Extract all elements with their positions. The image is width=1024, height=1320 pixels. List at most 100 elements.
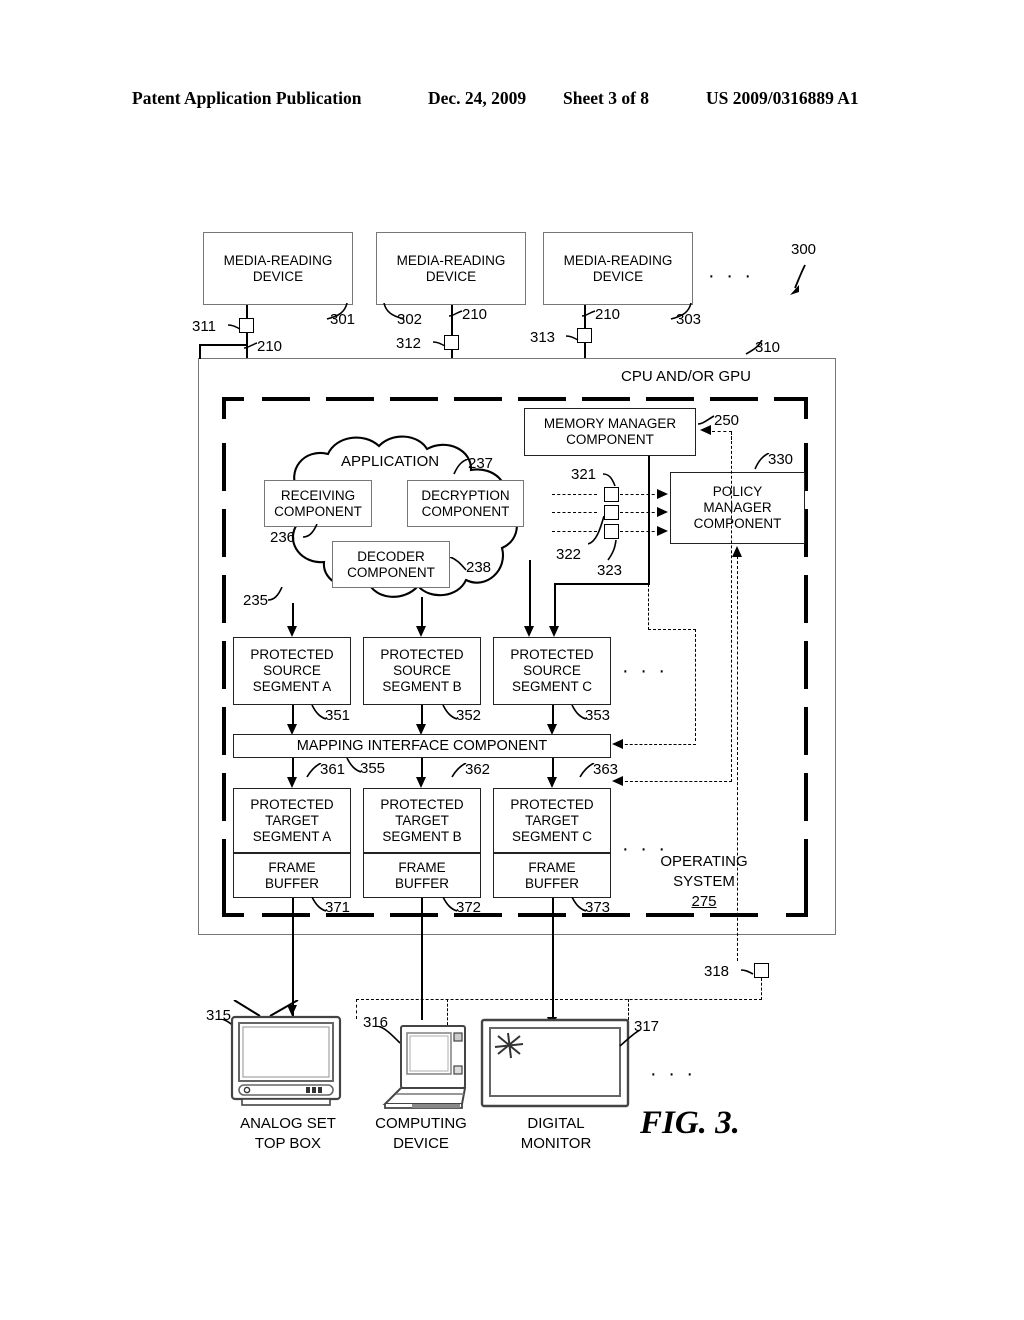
channel-port-square-321[interactable] <box>604 487 619 502</box>
ref-353: 353 <box>585 707 611 724</box>
ref-355: 355 <box>360 760 386 777</box>
buffer-b-out-line <box>421 898 423 1020</box>
frame-buffer-a-line1: FRAME <box>268 859 316 875</box>
ref-236: 236 <box>270 529 296 546</box>
device-label-analog-line2: TOP BOX <box>254 1135 322 1152</box>
mm-dashed-to-mapping-v <box>695 629 696 741</box>
ref-323: 323 <box>597 562 623 579</box>
media-devices-ellipsis: · · · <box>708 265 755 287</box>
port-square-312[interactable] <box>444 335 459 350</box>
ref-330: 330 <box>768 451 794 468</box>
tgt-c-line3: SEGMENT C <box>511 828 592 844</box>
policy-manager-line3: COMPONENT <box>693 516 782 531</box>
ref-361: 361 <box>320 761 346 778</box>
port-318-down <box>761 978 762 1000</box>
external-port-square-318[interactable] <box>754 963 769 978</box>
bus-210-left-h <box>199 344 247 346</box>
src-c-line2: SOURCE <box>523 663 581 678</box>
leader-210-b <box>449 310 463 317</box>
protected-source-segment-c: PROTECTED SOURCE SEGMENT C <box>493 637 611 705</box>
tgt-b-line3: SEGMENT B <box>382 828 462 844</box>
os-label-line2: SYSTEM <box>673 873 735 890</box>
port-square-311[interactable] <box>239 318 254 333</box>
decryption-component: DECRYPTION COMPONENT <box>407 480 524 527</box>
channel-2-dash-left <box>552 512 597 513</box>
protected-source-segment-b: PROTECTED SOURCE SEGMENT B <box>363 637 481 705</box>
laptop-computer-icon <box>382 1025 467 1109</box>
mapping-interface-label: MAPPING INTERFACE COMPONENT <box>296 738 548 754</box>
figure-caption: FIG. 3. <box>640 1105 740 1141</box>
memory-manager-branch-h <box>554 583 650 585</box>
frame-buffer-c-line1: FRAME <box>528 859 576 875</box>
system-ref-300: 300 <box>791 241 817 258</box>
policy-to-target-v <box>731 431 732 782</box>
src-b-to-map-line <box>421 705 423 726</box>
cloud-to-src-c-line <box>529 560 531 628</box>
tgt-c-line2: TARGET <box>525 812 579 828</box>
ref-310: 310 <box>755 339 781 356</box>
crt-television-icon <box>230 1000 342 1106</box>
policy-manager-line1: POLICY <box>712 484 763 499</box>
ref-373: 373 <box>585 899 611 916</box>
device-feedback-line-v <box>737 556 738 961</box>
port-square-313[interactable] <box>577 328 592 343</box>
leader-323 <box>607 540 617 561</box>
leader-236 <box>303 524 318 538</box>
decoder-component-line1: DECODER <box>357 548 425 564</box>
decoder-component: DECODER COMPONENT <box>332 541 450 588</box>
ref-372: 372 <box>456 899 482 916</box>
mm-dashed-to-mapping-h <box>620 744 696 745</box>
leader-312 <box>433 341 446 347</box>
mapping-interface-component: MAPPING INTERFACE COMPONENT <box>233 734 611 758</box>
channel-3-arrowhead <box>657 526 668 536</box>
protected-target-segment-c: PROTECTED TARGET SEGMENT C <box>493 788 611 853</box>
cloud-to-src-a-line <box>292 603 294 628</box>
ref-313: 313 <box>530 329 556 346</box>
src-a-line1: PROTECTED <box>250 647 334 662</box>
memory-manager-down-line <box>648 456 650 584</box>
return-branch-tv <box>356 999 357 1019</box>
channel-3-dash-right <box>620 531 660 532</box>
header-publication: Patent Application Publication <box>132 88 362 108</box>
ref-210-a: 210 <box>257 338 283 355</box>
buffer-c-out-line <box>552 898 554 1020</box>
memory-manager-component: MEMORY MANAGER COMPONENT <box>524 408 696 456</box>
cloud-to-src-b-arrow <box>416 626 426 637</box>
policy-manager-line2: MANAGER <box>703 500 772 515</box>
cloud-to-src-b-line <box>421 597 423 628</box>
ref-250: 250 <box>714 412 740 429</box>
ref-235: 235 <box>243 592 269 609</box>
policy-manager-component: POLICY MANAGER COMPONENT <box>670 472 805 544</box>
tgt-a-line3: SEGMENT A <box>252 828 332 844</box>
frame-buffer-c-line2: BUFFER <box>525 875 579 891</box>
mm-dashed-right <box>648 629 696 630</box>
protected-target-segment-b: PROTECTED TARGET SEGMENT B <box>363 788 481 853</box>
header-patent-number: US 2009/0316889 A1 <box>706 88 859 108</box>
leader-313 <box>566 335 579 341</box>
protected-source-segment-a: PROTECTED SOURCE SEGMENT A <box>233 637 351 705</box>
ref-312: 312 <box>396 335 422 352</box>
map-to-tgt-c-arrow <box>547 777 557 788</box>
page-header: Patent Application Publication Dec. 24, … <box>0 88 1024 112</box>
target-segments-ellipsis: · · · <box>622 838 669 860</box>
ref-210-c: 210 <box>595 306 621 323</box>
media-reading-device-1: MEDIA-READING DEVICE <box>203 232 353 305</box>
channel-port-square-323[interactable] <box>604 524 619 539</box>
header-date: Dec. 24, 2009 <box>428 88 527 108</box>
patent-figure-page: Patent Application Publication Dec. 24, … <box>0 0 1024 1320</box>
memory-manager-branch-arrowhead <box>549 626 559 637</box>
leader-210-a <box>244 342 258 349</box>
src-b-line1: PROTECTED <box>380 647 464 662</box>
device-label-computing-line2: DEVICE <box>393 1135 449 1152</box>
leader-318 <box>741 969 754 975</box>
device-return-bus-h <box>356 999 762 1000</box>
ref-303: 303 <box>676 311 702 328</box>
ref-363: 363 <box>593 761 619 778</box>
tgt-c-line1: PROTECTED <box>510 796 594 812</box>
channel-port-square-322[interactable] <box>604 505 619 520</box>
frame-buffer-a-line2: BUFFER <box>265 875 319 891</box>
media-1-stub-upper <box>246 305 248 319</box>
frame-buffer-b: FRAME BUFFER <box>363 853 481 898</box>
ref-351: 351 <box>325 707 351 724</box>
src-c-to-map-line <box>552 705 554 726</box>
